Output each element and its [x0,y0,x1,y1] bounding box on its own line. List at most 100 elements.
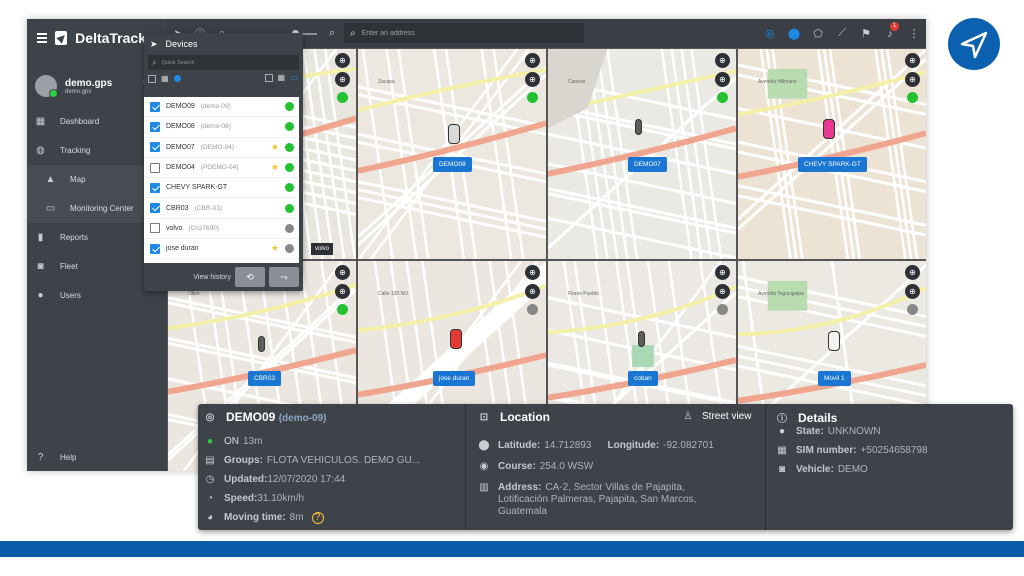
course-value: 254.0 WSW [539,461,594,472]
search-icon: ⌕ [152,57,157,67]
device-row[interactable]: CBR03 (CBR-03) [144,198,299,219]
sidebar-item-help[interactable]: ? Help [35,452,77,463]
zoom-out-icon[interactable]: ⊕ [525,284,540,299]
vehicle-label[interactable]: DEMO08 [433,157,472,172]
status-row: ● ON 13m [204,436,262,448]
history-button[interactable]: ⟲ [235,267,265,287]
street-label: Zacapa [378,79,395,85]
device-checkbox[interactable] [150,142,160,153]
flag-icon[interactable]: ⚑ [854,27,878,40]
sim-label: SIM number: [796,445,857,456]
device-row[interactable]: DEMO04 (PDEMO-04) ★ [144,158,299,179]
status-filter-icon[interactable] [173,75,181,82]
more-icon[interactable]: ⋮ [902,27,926,40]
route-button[interactable]: ⤳ [269,267,299,287]
zoom-out-icon[interactable]: ⊕ [335,72,350,87]
zoom-in-icon[interactable]: ⊕ [525,265,540,280]
vehicle-label[interactable]: CBR03 [248,371,281,386]
status-dot [285,244,294,254]
street-label: Avenida Tegucigalpa [758,291,804,297]
device-row[interactable]: DEMO09 (demo-09) [144,97,299,118]
street-view-button[interactable]: ♙ Street view [682,411,752,423]
help-icon[interactable]: ? [311,512,324,524]
polygon-icon[interactable]: ⬠ [806,27,830,40]
grid-icon[interactable]: ▦ [161,74,169,83]
address-input[interactable] [361,29,562,37]
select-all-checkbox[interactable] [148,74,156,83]
status-dot [907,304,918,315]
vehicle-marker[interactable] [448,124,460,144]
zoom-in-icon[interactable]: ⊕ [715,53,730,68]
device-checkbox[interactable] [150,162,160,173]
vehicle-marker[interactable] [635,119,642,135]
search-icon: ⌕ [350,27,356,39]
device-checkbox[interactable] [150,121,160,132]
zoom-in-icon[interactable]: ⊕ [525,53,540,68]
vehicle-label[interactable]: coban [628,371,658,386]
map-cell[interactable]: Avenida Hillmans ⊕ ⊕ CHEVY SPARK-GT [737,48,926,260]
sidebar-item-label: Reports [60,233,89,242]
device-row[interactable]: jose duran ★ [144,239,299,260]
address-row: ▥ Address: CA-2, Sector Villas de Pajapita… [478,482,685,494]
updated-label: Updated: [224,474,268,485]
sidebar-item-label: Tracking [60,146,91,155]
vehicle-label[interactable]: CHEVY SPARK-GT [798,157,867,172]
device-checkbox[interactable] [150,243,160,254]
zoom-in-icon[interactable]: ⊕ [715,265,730,280]
vehicle-marker[interactable] [258,336,265,352]
locate-icon[interactable]: ◎ [758,27,782,40]
sim-card-icon: ▦ [777,445,787,456]
device-checkbox[interactable] [150,182,160,193]
device-checkbox[interactable] [150,223,160,234]
zoom-in-icon[interactable]: ⊕ [905,265,920,280]
street-label: Flores Pueblo [568,291,599,297]
route-icon[interactable]: ⟋ [830,27,854,40]
latitude-value: 14.712893 [544,440,592,451]
vehicle-marker[interactable] [638,331,645,347]
zoom-in-icon[interactable]: ⌕ [321,27,343,40]
building-icon: ▥ [479,482,489,493]
location-column: ⊡ Location ♙ Street view ⬤ Latitude: 14.712… [466,404,766,530]
star-icon[interactable]: ★ [271,243,279,254]
device-row[interactable]: DEMO08 (demo-08) [144,117,299,138]
zoom-out-icon[interactable]: ⊕ [525,72,540,87]
vehicle-marker[interactable] [828,331,840,351]
map-cell[interactable]: Canoas ⊕ ⊕ DEMO07 [547,48,737,260]
zoom-out-icon[interactable]: ⊕ [335,284,350,299]
locate-icon: ◎ [205,411,215,423]
vehicle-label[interactable]: jose duran [433,371,476,386]
toggle-checkbox[interactable] [265,74,273,82]
zoom-out-icon[interactable]: ⊕ [905,284,920,299]
zoom-out-icon[interactable]: ⊕ [715,284,730,299]
zoom-in-icon[interactable]: ⊕ [335,53,350,68]
star-icon[interactable]: ★ [271,162,279,173]
device-row[interactable]: volvo (Ch27690) [144,219,299,240]
status-dot [285,183,294,193]
bell-icon[interactable]: ♪ 1 [878,21,902,40]
device-checkbox[interactable] [150,203,160,214]
monitor-icon: ▭ [45,203,56,214]
device-row[interactable]: CHEVY SPARK-GT [144,178,299,199]
star-icon[interactable]: ★ [271,142,279,153]
device-row[interactable]: DEMO07 (DEMO-04) ★ [144,138,299,158]
monitor-icon[interactable]: ▭ [290,73,298,82]
vehicle-marker[interactable] [450,329,462,349]
vehicle-label[interactable]: Movil 1 [818,371,851,386]
navigation-arrow-icon: ▲ [45,174,56,185]
grid-icon[interactable]: ▦ [277,73,285,82]
zoom-in-icon[interactable]: ⊕ [335,265,350,280]
address-line-1: CA-2, Sector Villas de Pajapita, [545,482,685,493]
menu-icon[interactable] [37,33,48,43]
vehicle-marker[interactable] [823,119,835,139]
zoom-out-icon[interactable]: ⊕ [905,72,920,87]
pin-icon[interactable]: ⬤ [782,27,806,40]
zoom-in-icon[interactable]: ⊕ [905,53,920,68]
quick-search-input[interactable] [161,59,282,66]
view-history-label: View history [193,273,231,281]
groups-value: FLOTA VEHICULOS. DEMO GU... [266,455,421,466]
map-cell[interactable]: Zacapa ⊕ ⊕ DEMO08 [357,48,547,260]
speed-value: 31.10km/h [257,493,305,504]
zoom-out-icon[interactable]: ⊕ [715,72,730,87]
device-checkbox[interactable] [150,101,160,112]
vehicle-label[interactable]: DEMO07 [628,157,667,172]
